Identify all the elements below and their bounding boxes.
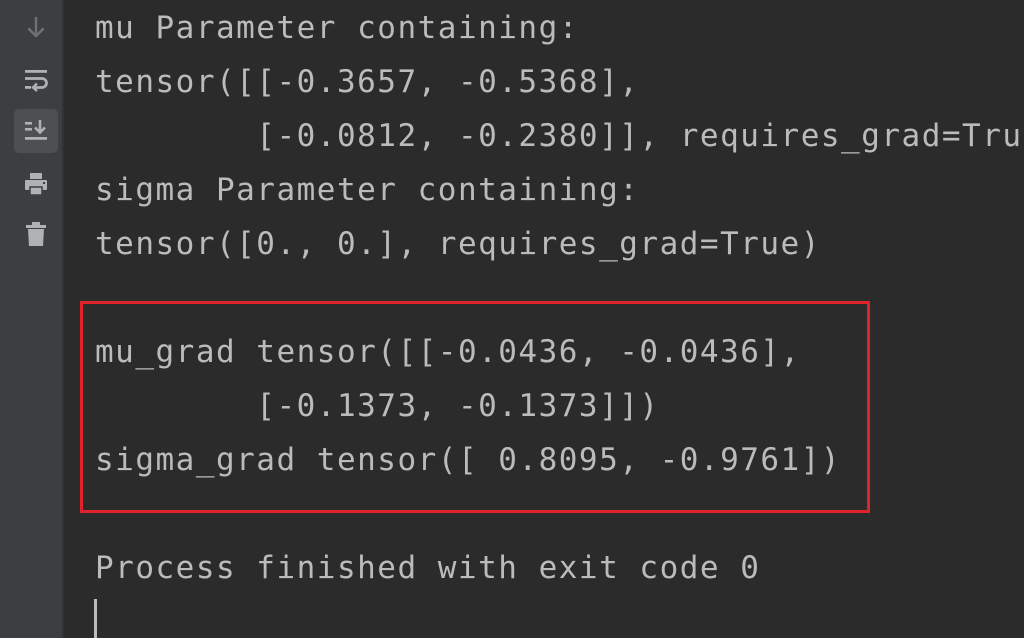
arrow-down-icon [27,16,45,38]
soft-wrap-icon [25,70,48,92]
console-line: mu Parameter containing: [95,10,579,46]
soft-wrap-button[interactable] [14,57,58,101]
scroll-to-end-button[interactable] [14,109,58,153]
clear-all-button[interactable] [14,212,58,256]
process-exit-message: Process finished with exit code 0 [95,550,761,586]
console-line: sigma Parameter containing: [95,172,640,208]
console-line: mu_grad tensor([[-0.0436, -0.0436], [95,334,801,370]
print-button[interactable] [14,162,58,206]
console-toolbar [0,0,64,638]
text-caret [94,599,97,638]
trash-icon [26,222,46,246]
console-line: sigma_grad tensor([ 0.8095, -0.9761]) [95,442,842,478]
console-line: tensor([[-0.3657, -0.5368], [95,64,640,100]
down-arrow-button[interactable] [14,6,58,50]
scroll-to-end-icon [25,120,47,140]
console-line: [-0.1373, -0.1373]]) [95,388,660,424]
console-output[interactable]: mu Parameter containing: tensor([[-0.365… [66,0,1024,638]
console-line: [-0.0812, -0.2380]], requires_grad=True) [95,118,1024,154]
print-icon [25,173,47,196]
console-line: tensor([0., 0.], requires_grad=True) [95,226,821,262]
